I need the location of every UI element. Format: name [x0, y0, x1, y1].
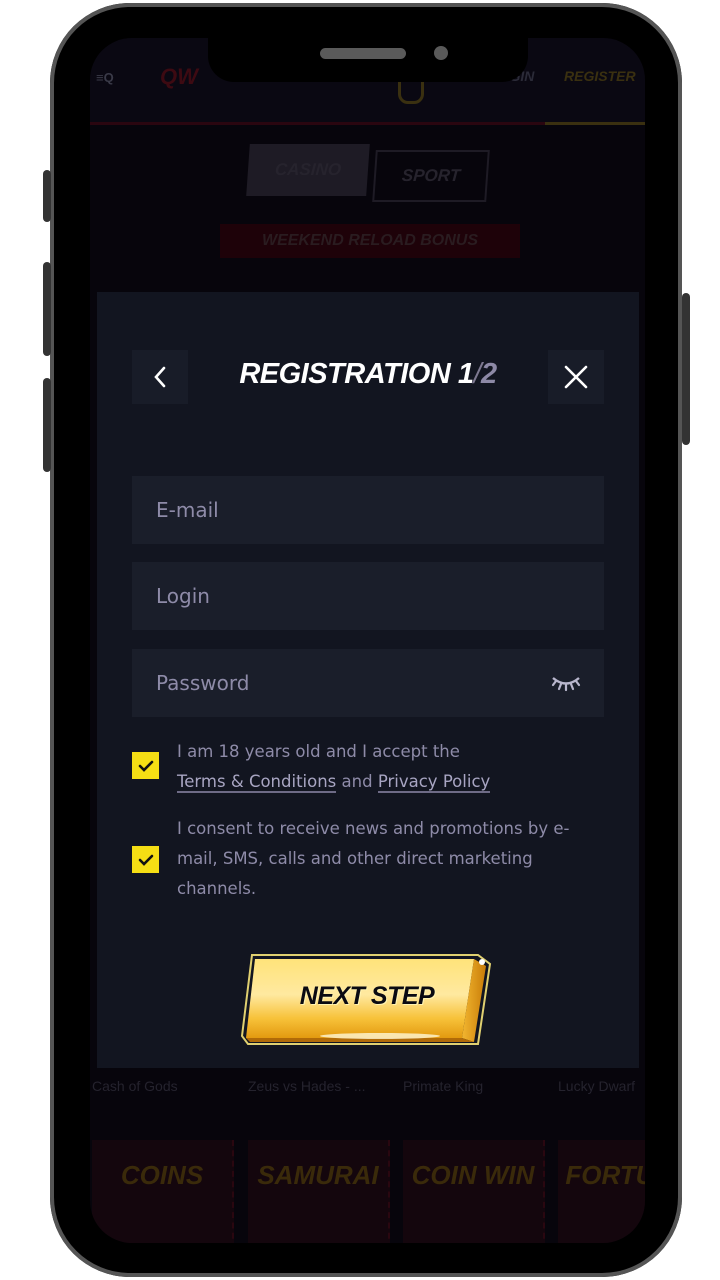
speaker-grille — [320, 48, 406, 59]
tab-sport[interactable]: SPORT — [372, 150, 490, 202]
game-tile[interactable]: COIN WIN — [403, 1140, 545, 1243]
register-link[interactable]: REGISTER — [564, 68, 636, 84]
phone-notch — [208, 30, 528, 82]
mute-switch — [43, 170, 51, 222]
next-step-button[interactable]: NEXT STEP — [240, 952, 494, 1048]
checkmark-icon — [138, 854, 153, 866]
marketing-checkbox[interactable] — [132, 846, 159, 873]
promo-banner: WEEKEND RELOAD BONUS — [220, 224, 520, 258]
title-text: REGISTRATION 1 — [239, 358, 474, 390]
eye-closed-icon[interactable] — [550, 673, 582, 693]
email-input[interactable] — [154, 497, 604, 523]
volume-up-button — [43, 262, 51, 356]
volume-down-button — [43, 378, 51, 472]
game-tile[interactable]: SAMURAI — [248, 1140, 390, 1243]
password-field[interactable] — [132, 649, 604, 717]
front-camera — [434, 46, 448, 60]
game-name[interactable]: Primate King — [403, 1078, 483, 1094]
email-field[interactable] — [132, 476, 604, 544]
registration-modal: REGISTRATION 1/2 I am 18 years old and I… — [97, 292, 639, 1068]
game-tile[interactable]: FORTUNE — [558, 1140, 645, 1243]
terms-consent-text: I am 18 years old and I accept the Terms… — [177, 742, 491, 793]
checkmark-icon — [138, 760, 153, 772]
next-step-label: NEXT STEP — [299, 982, 435, 1010]
screen: ≡Q QW LOGIN REGISTER CASINO SPORT WEEKEN… — [90, 38, 645, 1243]
game-name[interactable]: Cash of Gods — [92, 1078, 178, 1094]
password-input[interactable] — [154, 670, 604, 696]
login-field[interactable] — [132, 562, 604, 630]
game-name[interactable]: Zeus vs Hades - ... — [248, 1078, 365, 1094]
close-button[interactable] — [548, 350, 604, 404]
step-total: 2 — [481, 358, 497, 390]
game-name[interactable]: Lucky Dwarf — [558, 1078, 635, 1094]
site-logo: QW — [160, 64, 198, 89]
marketing-consent-text: I consent to receive news and promotions… — [177, 819, 570, 898]
register-underline — [545, 122, 645, 125]
close-icon — [564, 365, 588, 389]
step-separator: / — [473, 358, 482, 390]
menu-search-icon[interactable]: ≡Q — [96, 70, 114, 85]
tab-casino[interactable]: CASINO — [246, 144, 370, 196]
game-tile[interactable]: COINS — [92, 1140, 234, 1243]
terms-conditions-link[interactable]: Terms & Conditions — [177, 772, 337, 793]
login-input[interactable] — [154, 583, 604, 609]
terms-checkbox[interactable] — [132, 752, 159, 779]
power-button — [682, 293, 690, 445]
privacy-policy-link[interactable]: Privacy Policy — [377, 772, 491, 793]
